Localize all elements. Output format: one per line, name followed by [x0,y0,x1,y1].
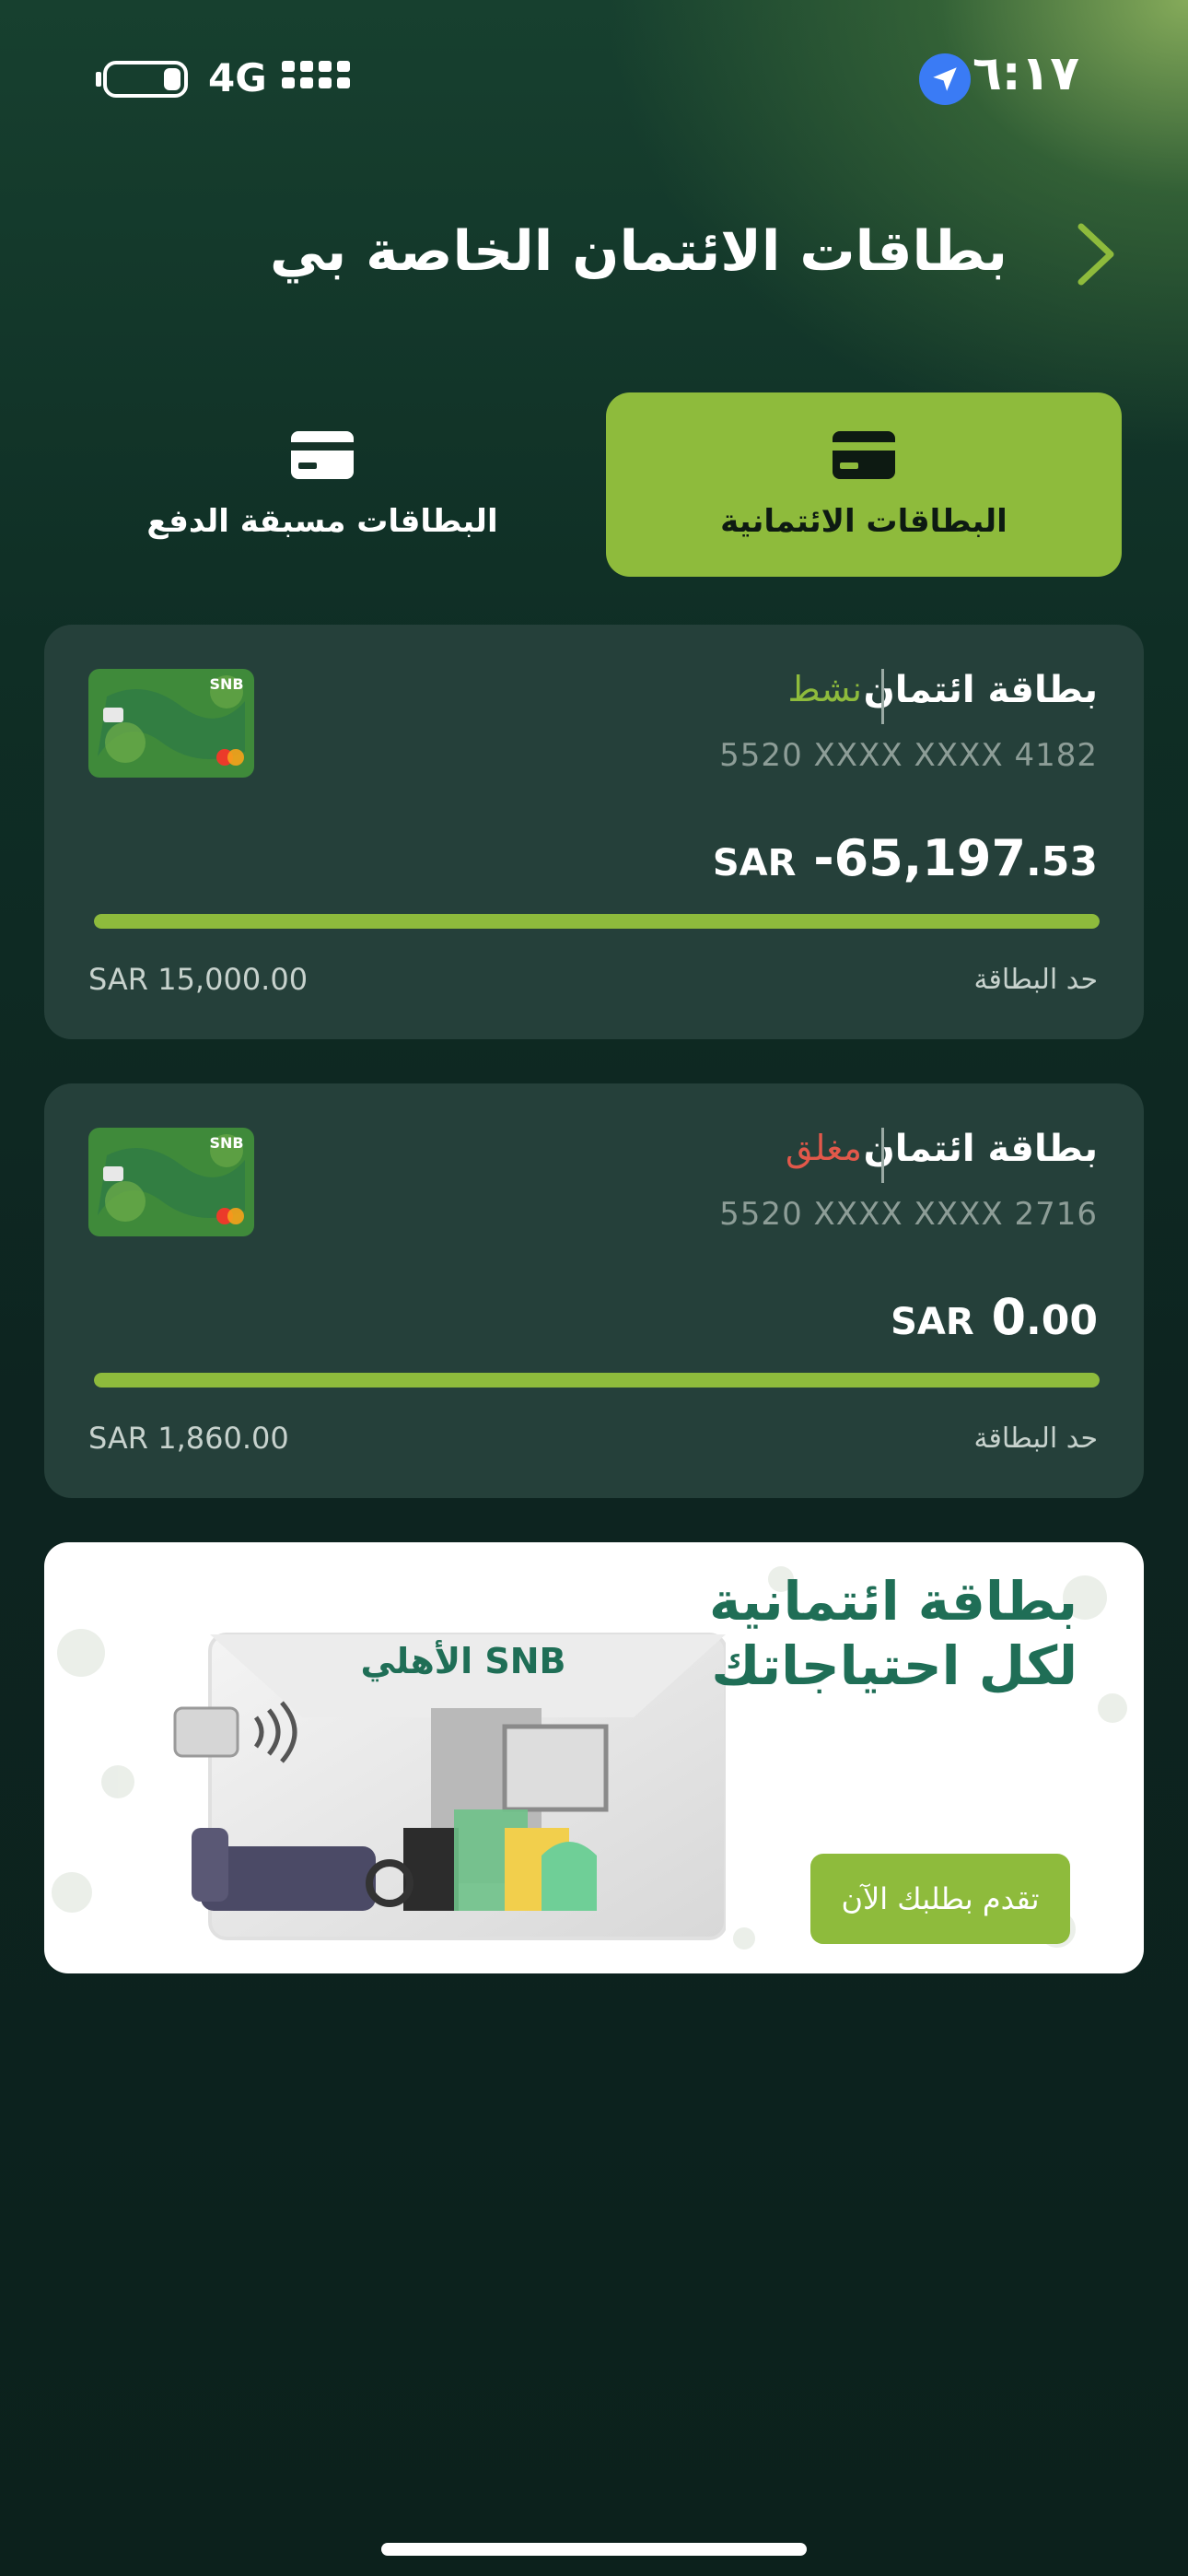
limit-label: حد البطاقة [973,964,1098,996]
promo-headline-line2: لكل احتياجاتك [711,1633,1077,1697]
card-image: SNB [88,1128,254,1236]
tab-prepaid-cards[interactable]: البطاقات مسبقة الدفع [64,392,580,577]
card-title: بطاقة ائتمان [863,669,1098,711]
credit-card-icon [291,431,354,479]
back-button[interactable] [1059,217,1133,291]
title-divider [881,1128,884,1183]
page-title: بطاقات الائتمان الخاصة بي [270,219,1007,284]
location-arrow-icon [919,53,971,105]
card-balance-integer: 0 [991,1288,1027,1346]
card-title: بطاقة ائتمان [863,1128,1098,1170]
chevron-right-icon [1077,223,1114,286]
card-number: 5520 XXXX XXXX 2716 [719,1196,1098,1233]
limit-progress-fill [94,914,1100,929]
promo-headline-line1: بطاقة ائتمانية [708,1570,1077,1633]
limit-progress-fill [94,1373,1100,1388]
card-balance-decimal: .53 [1026,838,1098,885]
credit-card-item[interactable]: بطاقة ائتمان نشط 5520 XXXX XXXX 4182 SNB… [44,625,1144,1039]
svg-text:SNB: SNB [209,1134,243,1152]
promo-brand-logo: الأهلي SNB [360,1639,565,1681]
limit-progress [94,1373,1100,1388]
card-image: SNB [88,669,254,778]
limit-value: SAR 15,000.00 [88,962,309,997]
home-indicator[interactable] [381,2543,807,2556]
battery-level [164,68,181,90]
signal-icon [282,61,350,88]
tab-prepaid-cards-label: البطاقات مسبقة الدفع [146,503,498,540]
svg-text:SNB: SNB [209,675,243,693]
battery-nub [96,72,101,87]
promo-headline: بطاقة ائتمانية لكل احتياجاتك [709,1570,1077,1698]
limit-label: حد البطاقة [973,1423,1098,1455]
card-balance: SAR 0.00 [891,1288,1098,1346]
network-type: 4G [208,55,267,100]
card-balance: SAR -65,197.53 [713,829,1098,887]
promo-banner[interactable]: الأهلي SNB بطاقة ائتمانية لكل احتياجاتك … [44,1542,1144,1973]
credit-card-item[interactable]: بطاقة ائتمان مغلق 5520 XXXX XXXX 2716 SN… [44,1083,1144,1498]
title-divider [881,669,884,724]
card-status: نشط [787,669,862,709]
card-balance-currency: SAR [712,842,797,884]
card-status: مغلق [786,1128,862,1168]
credit-card-icon [833,431,895,479]
card-balance-integer: -65,197 [813,829,1027,887]
limit-progress [94,914,1100,929]
promo-card-illustration: الأهلي SNB [173,1633,726,1940]
limit-value: SAR 1,860.00 [88,1421,289,1456]
apply-now-button[interactable]: تقدم بطلبك الآن [810,1854,1070,1944]
card-number: 5520 XXXX XXXX 4182 [719,737,1098,774]
tab-credit-cards-label: البطاقات الائتمانية [720,503,1007,540]
card-balance-currency: SAR [891,1301,974,1343]
card-balance-decimal: .00 [1026,1297,1098,1344]
tab-credit-cards[interactable]: البطاقات الائتمانية [606,392,1122,577]
status-time: ٦:١٧ [972,46,1079,101]
